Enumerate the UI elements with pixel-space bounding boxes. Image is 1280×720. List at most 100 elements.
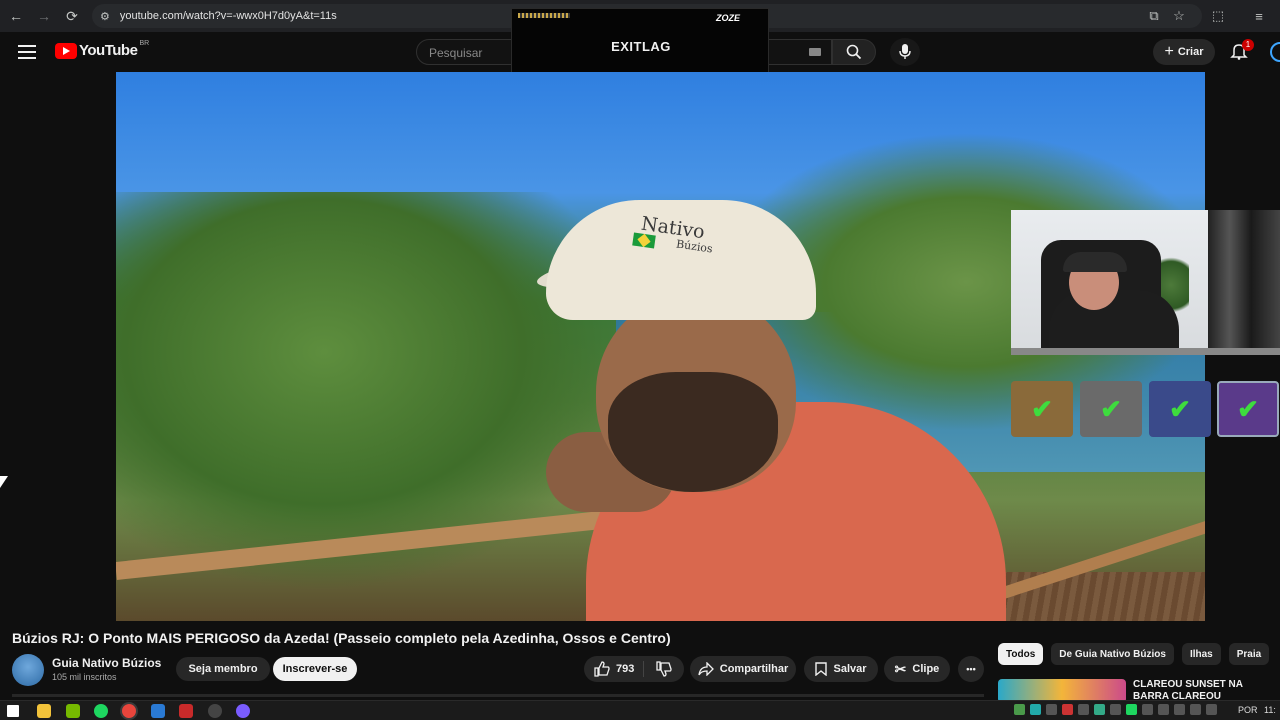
tray-icon[interactable]	[1014, 704, 1025, 715]
bookmark-icon	[815, 662, 828, 676]
streamer-webcam	[1011, 210, 1280, 355]
app-icon-3[interactable]	[208, 704, 222, 718]
url-text: youtube.com/watch?v=-wwx0H7d0yA&t=11s	[119, 10, 337, 22]
windows-start-icon[interactable]	[7, 705, 19, 717]
account-avatar[interactable]	[1270, 42, 1280, 62]
like-button[interactable]: 793	[584, 661, 644, 677]
share-icon	[698, 662, 714, 676]
share-label: Compartilhar	[719, 663, 789, 675]
tray-icon[interactable]	[1174, 704, 1185, 715]
bookmark-star-icon[interactable]: ☆	[1167, 4, 1191, 28]
chip-channel[interactable]: De Guia Nativo Búzios	[1051, 643, 1174, 665]
recommendation-chips: Todos De Guia Nativo Búzios Ilhas Praia	[998, 643, 1270, 665]
stream-badges: ✔ ✔ ✔ ✔	[1011, 381, 1280, 437]
thumbs-down-icon	[656, 661, 672, 677]
app-icon-2[interactable]	[179, 704, 193, 718]
browser-menu-icon[interactable]: ≡	[1247, 4, 1271, 28]
video-person-beard	[608, 372, 778, 492]
like-count: 793	[616, 663, 635, 675]
share-button[interactable]: Compartilhar	[690, 656, 796, 682]
exitlag-overlay: ZOZE EXITLAG ••	[511, 8, 769, 80]
join-member-button[interactable]: Seja membro	[176, 657, 270, 681]
notification-badge: 1	[1242, 39, 1254, 51]
overlay-brand: EXITLAG	[611, 39, 671, 54]
clip-button[interactable]: ✂ Clipe	[884, 656, 950, 682]
tray-icon[interactable]	[1062, 704, 1073, 715]
chip-todos[interactable]: Todos	[998, 643, 1044, 665]
channel-avatar[interactable]	[12, 654, 44, 686]
tray-icon[interactable]	[1110, 704, 1121, 715]
reload-icon[interactable]: ⟳	[60, 4, 84, 28]
plus-icon: +	[1164, 43, 1174, 60]
clip-label: Clipe	[912, 663, 940, 675]
check-icon: ✔	[1100, 393, 1122, 424]
tray-icon[interactable]	[1078, 704, 1089, 715]
subscriber-count: 105 mil inscritos	[52, 672, 117, 682]
save-label: Salvar	[833, 663, 867, 675]
system-tray	[1014, 704, 1217, 715]
input-language[interactable]: POR	[1238, 705, 1258, 715]
tray-icon[interactable]	[1206, 704, 1217, 715]
region-code: BR	[139, 40, 150, 47]
search-icon	[846, 44, 862, 60]
windows-taskbar: POR 11:	[0, 700, 1280, 720]
more-dots-icon: •••	[966, 664, 976, 674]
webcam-hat	[1063, 252, 1127, 272]
tray-icon[interactable]	[1142, 704, 1153, 715]
app-icon-1[interactable]	[151, 704, 165, 718]
install-app-icon[interactable]: ⧉	[1142, 4, 1166, 28]
overlay-stripe	[518, 13, 570, 18]
tray-icon[interactable]	[1046, 704, 1057, 715]
subscribe-button[interactable]: Inscrever-se	[273, 657, 357, 681]
badge-2: ✔	[1080, 381, 1142, 437]
scissors-icon: ✂	[894, 660, 907, 677]
thumbs-up-icon	[594, 661, 610, 677]
badge-4: ✔	[1217, 381, 1279, 437]
badge-1: ✔	[1011, 381, 1073, 437]
spotify-icon[interactable]	[94, 704, 108, 718]
tray-icon[interactable]	[1094, 704, 1105, 715]
discord-icon[interactable]	[236, 704, 250, 718]
more-actions-button[interactable]: •••	[958, 656, 984, 682]
dislike-button[interactable]	[644, 661, 684, 677]
microphone-icon	[899, 44, 911, 59]
chip-praia[interactable]: Praia	[1228, 643, 1270, 665]
youtube-play-icon	[55, 42, 77, 59]
check-icon: ✔	[1169, 393, 1191, 424]
voice-search-button[interactable]	[890, 38, 920, 66]
keyboard-icon[interactable]	[809, 48, 821, 56]
tray-icon[interactable]	[1158, 704, 1169, 715]
create-button[interactable]: + Criar	[1153, 39, 1215, 65]
chip-ilhas[interactable]: Ilhas	[1181, 643, 1221, 665]
forward-icon[interactable]: →	[32, 4, 56, 28]
tray-icon[interactable]	[1190, 704, 1201, 715]
webcam-curtain	[1208, 210, 1280, 355]
tray-icon[interactable]	[1126, 704, 1137, 715]
check-icon: ✔	[1031, 393, 1053, 424]
hamburger-menu-icon[interactable]	[18, 43, 36, 61]
webcam-desk	[1011, 348, 1280, 355]
file-explorer-icon[interactable]	[37, 704, 51, 718]
divider	[12, 694, 984, 697]
overlay-sponsor: ZOZE	[716, 13, 740, 23]
video-title: Búzios RJ: O Ponto MAIS PERIGOSO da Azed…	[12, 630, 671, 646]
extensions-icon[interactable]: ⬚	[1206, 4, 1230, 28]
save-button[interactable]: Salvar	[804, 656, 878, 682]
check-icon: ✔	[1237, 393, 1259, 424]
channel-name[interactable]: Guia Nativo Búzios	[52, 656, 161, 670]
tray-icon[interactable]	[1030, 704, 1041, 715]
search-button[interactable]	[832, 39, 876, 65]
chrome-icon[interactable]	[122, 704, 136, 718]
back-icon[interactable]: ←	[4, 4, 28, 28]
site-info-icon[interactable]: ⚙	[100, 10, 110, 23]
youtube-logo[interactable]: YouTube BR	[55, 40, 150, 59]
webcam-person	[1049, 290, 1179, 355]
badge-3: ✔	[1149, 381, 1211, 437]
system-clock[interactable]: 11:	[1264, 705, 1276, 715]
like-dislike-group: 793	[584, 656, 684, 682]
mouse-cursor-icon	[0, 476, 8, 488]
search-placeholder: Pesquisar	[429, 46, 483, 60]
notifications-button[interactable]: 1	[1230, 39, 1254, 64]
nvidia-icon[interactable]	[66, 704, 80, 718]
create-label: Criar	[1177, 46, 1204, 58]
